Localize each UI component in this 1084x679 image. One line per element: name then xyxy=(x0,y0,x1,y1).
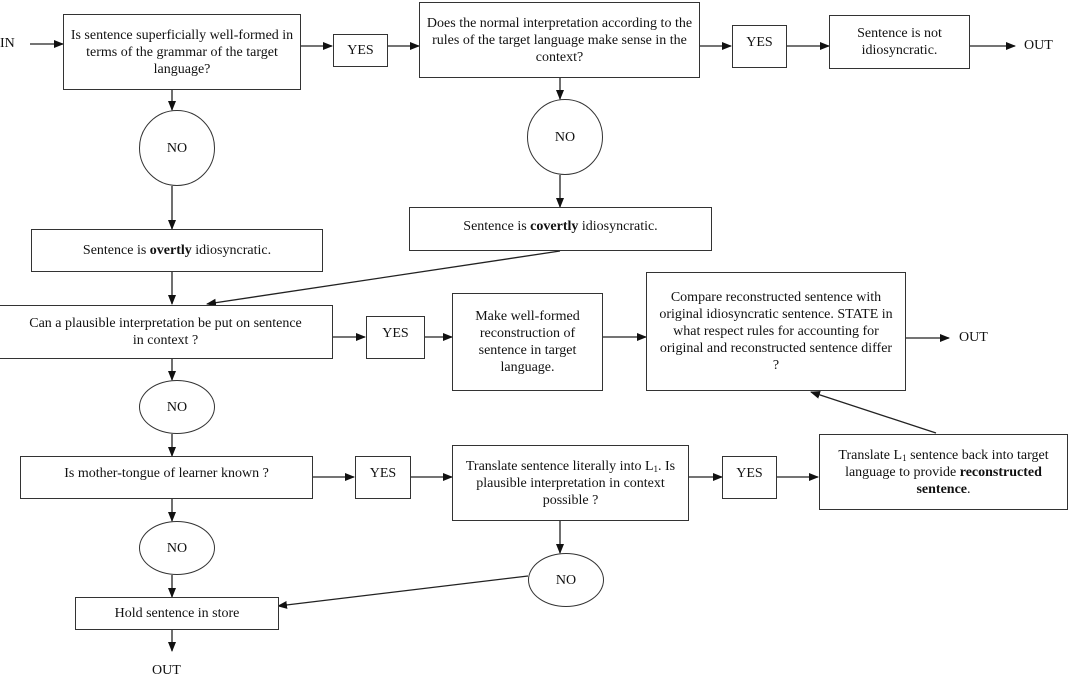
node-yes3-text: YES xyxy=(382,326,409,341)
node-yes1-text: YES xyxy=(347,43,374,58)
node-q-mother-tongue: Is mother-tongue of learner known ? xyxy=(20,456,313,499)
node-no5-text: NO xyxy=(555,572,577,588)
node-no4: NO xyxy=(139,521,215,575)
node-no3-text: NO xyxy=(166,399,188,415)
node-q-normal-interp-text: Does the normal interpretation according… xyxy=(426,15,693,65)
translate-back-post: . xyxy=(967,481,971,497)
node-q-mother-tongue-text: Is mother-tongue of learner known ? xyxy=(64,466,269,481)
node-q-normal-interp: Does the normal interpretation according… xyxy=(419,2,700,78)
node-translate-back-text: Translate L1 sentence back into target l… xyxy=(836,447,1051,498)
translate-literal-pre: Translate sentence literally into L xyxy=(465,458,654,474)
node-make-wellformed: Make well-formed reconstruction of sente… xyxy=(452,293,603,391)
terminal-out-2: OUT xyxy=(959,330,988,345)
node-yes2-text: YES xyxy=(746,35,773,50)
node-no2-text: NO xyxy=(554,129,576,145)
node-q-wellformed: Is sentence superficially well-formed in… xyxy=(63,14,301,90)
node-translate-back: Translate L1 sentence back into target l… xyxy=(819,434,1068,510)
edge-no5-to-hold xyxy=(277,575,529,609)
node-q-wellformed-text: Is sentence superficially well-formed in… xyxy=(70,27,294,77)
node-no1-text: NO xyxy=(166,140,188,156)
node-hold-in-store: Hold sentence in store xyxy=(75,597,279,630)
node-yes2: YES xyxy=(732,25,787,68)
node-make-wellformed-text: Make well-formed reconstruction of sente… xyxy=(475,309,580,375)
node-yes1: YES xyxy=(333,34,388,67)
terminal-out-3: OUT xyxy=(152,663,181,678)
node-yes5-text: YES xyxy=(736,466,763,481)
edge-translate-back-to-compare xyxy=(810,391,937,434)
node-no3: NO xyxy=(139,380,215,434)
covertly-pre: Sentence is xyxy=(463,219,531,234)
node-compare-text: Compare reconstructed sentence with orig… xyxy=(659,290,893,373)
overtly-pre: Sentence is xyxy=(82,243,150,258)
node-yes4: YES xyxy=(355,456,411,499)
covertly-bold: covertly xyxy=(530,219,579,234)
node-overtly-text: Sentence is overtly idiosyncratic. xyxy=(83,242,271,259)
node-compare: Compare reconstructed sentence with orig… xyxy=(646,272,906,391)
translate-back-pre: Translate L xyxy=(838,447,903,463)
node-q-plausible: Can a plausible interpretation be put on… xyxy=(0,305,333,359)
node-translate-literal-text: Translate sentence literally into L1. Is… xyxy=(465,458,676,509)
node-covertly-idiosyncratic: Sentence is covertly idiosyncratic. xyxy=(409,207,712,251)
node-covertly-text: Sentence is covertly idiosyncratic. xyxy=(463,218,657,235)
node-translate-literal: Translate sentence literally into L1. Is… xyxy=(452,445,689,521)
node-yes4-text: YES xyxy=(369,466,397,481)
overtly-post: idiosyncratic. xyxy=(191,243,272,258)
node-no5: NO xyxy=(528,553,604,607)
terminal-out-1: OUT xyxy=(1024,38,1053,53)
node-overtly-idiosyncratic: Sentence is overtly idiosyncratic. xyxy=(31,229,323,272)
node-no1: NO xyxy=(139,110,215,186)
covertly-post: idiosyncratic. xyxy=(578,219,658,234)
node-no4-text: NO xyxy=(166,540,188,556)
terminal-in: IN xyxy=(0,36,15,51)
node-yes5: YES xyxy=(722,456,777,499)
overtly-bold: overtly xyxy=(149,243,192,258)
node-not-idiosyncratic-text: Sentence is not idiosyncratic. xyxy=(857,26,942,58)
node-q-plausible-text: Can a plausible interpretation be put on… xyxy=(29,316,302,348)
node-hold-text: Hold sentence in store xyxy=(114,606,240,621)
node-not-idiosyncratic: Sentence is not idiosyncratic. xyxy=(829,15,970,69)
node-yes3: YES xyxy=(366,316,425,359)
node-no2: NO xyxy=(527,99,603,175)
